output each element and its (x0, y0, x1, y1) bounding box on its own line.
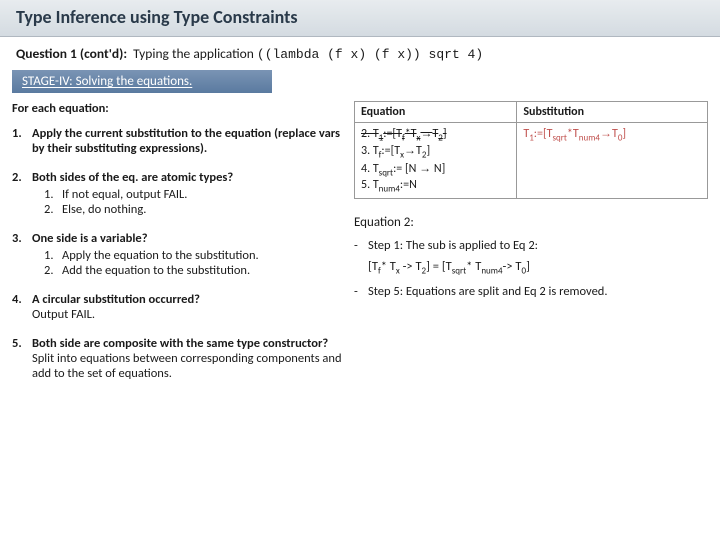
eq2-step1: - Step 1: The sub is applied to Eq 2: (354, 238, 708, 253)
equation-2-heading: Equation 2: (354, 215, 708, 230)
for-each-label: For each equation: (12, 101, 342, 116)
step-2: 2. Both sides of the eq. are atomic type… (12, 170, 342, 217)
stage-bar: STAGE-IV: Solving the equations. (12, 70, 272, 93)
col-equation: Equation (355, 102, 517, 123)
title-bar: Type Inference using Type Constraints (0, 0, 720, 37)
step-4: 4. A circular substitution occurred? Out… (12, 292, 342, 322)
eq2-expression: [Tf* Tx -> T2] = [Tsqrt* Tnum4-> T0] (368, 259, 708, 277)
eq-4: 4. Tsqrt:= [N → N] (361, 161, 510, 178)
equation-table: Equation Substitution 2. T1:=[Tf*Tx→T2] … (354, 101, 708, 199)
substitution-cell: T1:=[Tsqrt*Tnum4→T0] (517, 123, 708, 199)
eq2-step5: - Step 5: Equations are split and Eq 2 i… (354, 284, 708, 299)
step-3: 3. One side is a variable? 1.Apply the e… (12, 231, 342, 278)
equation-cell: 2. T1:=[Tf*Tx→T2] 3. Tf:=[Tx→T2] 4. Tsqr… (355, 123, 517, 199)
page-title: Type Inference using Type Constraints (16, 6, 704, 28)
step-1: 1. Apply the current substitution to the… (12, 126, 342, 156)
eq-2-struck: 2. T1:=[Tf*Tx→T2] (361, 126, 510, 143)
worked-panel: Equation Substitution 2. T1:=[Tf*Tx→T2] … (354, 101, 708, 395)
step-5: 5. Both side are composite with the same… (12, 336, 342, 381)
algorithm-panel: For each equation: 1. Apply the current … (12, 101, 342, 395)
question-code: ((lambda (f x) (f x)) sqrt 4) (257, 47, 483, 62)
eq-5: 5. Tnum4:=N (361, 178, 510, 194)
col-substitution: Substitution (517, 102, 708, 123)
question-text: Typing the application (133, 45, 254, 62)
question-label: Question 1 (cont'd): (16, 45, 127, 62)
eq-3: 3. Tf:=[Tx→T2] (361, 143, 510, 160)
question-row: Question 1 (cont'd): Typing the applicat… (0, 37, 720, 66)
